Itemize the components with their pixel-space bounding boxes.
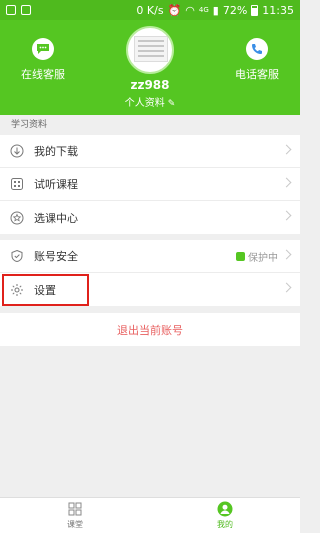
avatar[interactable] — [126, 26, 174, 74]
download-icon — [10, 144, 24, 158]
app-icon — [21, 5, 31, 15]
online-service-button[interactable]: 在线客服 — [3, 38, 83, 82]
item-label: 账号安全 — [34, 250, 78, 263]
account-list: 账号安全 保护中 设置 — [0, 240, 300, 306]
item-label: 设置 — [34, 283, 56, 297]
notification-icon — [6, 5, 16, 15]
list-item-course-center[interactable]: 选课中心 — [0, 201, 300, 234]
profile-link-label: 个人资料 — [124, 98, 165, 109]
star-icon — [10, 211, 24, 225]
chevron-right-icon — [281, 249, 292, 260]
security-status-text: 保护中 — [248, 252, 278, 264]
wifi-icon: ◠ — [185, 3, 195, 17]
profile-header: 在线客服 zz988 个人资料 ✎ 电话客服 — [0, 20, 300, 115]
network-type: 4G — [198, 6, 209, 14]
alarm-icon: ⏰ — [167, 3, 182, 17]
chevron-right-icon — [281, 177, 292, 188]
item-label: 试听课程 — [34, 178, 78, 191]
edit-icon: ✎ — [167, 99, 176, 109]
phone-service-label: 电话客服 — [235, 68, 279, 81]
chat-icon — [32, 38, 54, 60]
grid-icon — [68, 502, 82, 516]
signal-icon: ▮ — [212, 3, 219, 17]
tab-label: 我的 — [217, 520, 233, 529]
list-item-account-security[interactable]: 账号安全 保护中 — [0, 240, 300, 273]
gear-icon — [10, 283, 24, 297]
bottom-nav: 课堂 我的 — [0, 497, 300, 533]
logout-button[interactable]: 退出当前账号 — [0, 313, 300, 346]
network-speed: 0 K/s — [136, 3, 164, 17]
item-label: 我的下载 — [34, 145, 78, 158]
lock-icon — [236, 251, 245, 261]
battery-percent: 72% — [222, 3, 248, 17]
section-title: 学习资料 — [0, 115, 300, 135]
phone-service-button[interactable]: 电话客服 — [217, 38, 297, 82]
security-status: 保护中 — [236, 249, 278, 264]
chevron-right-icon — [281, 210, 292, 221]
list-item-settings[interactable]: 设置 — [0, 273, 300, 306]
chevron-right-icon — [281, 144, 292, 155]
chevron-right-icon — [281, 282, 292, 293]
phone-icon — [246, 38, 268, 60]
status-bar: 0 K/s ⏰ ◠ 4G ▮ 72% 11:35 — [0, 0, 300, 20]
learning-list: 我的下载 试听课程 选课中心 — [0, 135, 300, 234]
item-label: 选课中心 — [34, 211, 78, 225]
battery-icon — [251, 4, 259, 16]
clock: 11:35 — [262, 3, 294, 17]
tab-label: 课堂 — [67, 520, 83, 529]
shield-icon — [10, 249, 24, 263]
tab-mine[interactable]: 我的 — [150, 498, 300, 533]
list-item-downloads[interactable]: 我的下载 — [0, 135, 300, 168]
user-icon — [217, 501, 233, 517]
profile-link[interactable]: 个人资料 ✎ — [0, 94, 300, 109]
tab-classroom[interactable]: 课堂 — [0, 498, 150, 533]
list-item-trial-courses[interactable]: 试听课程 — [0, 168, 300, 201]
video-icon — [10, 177, 24, 191]
